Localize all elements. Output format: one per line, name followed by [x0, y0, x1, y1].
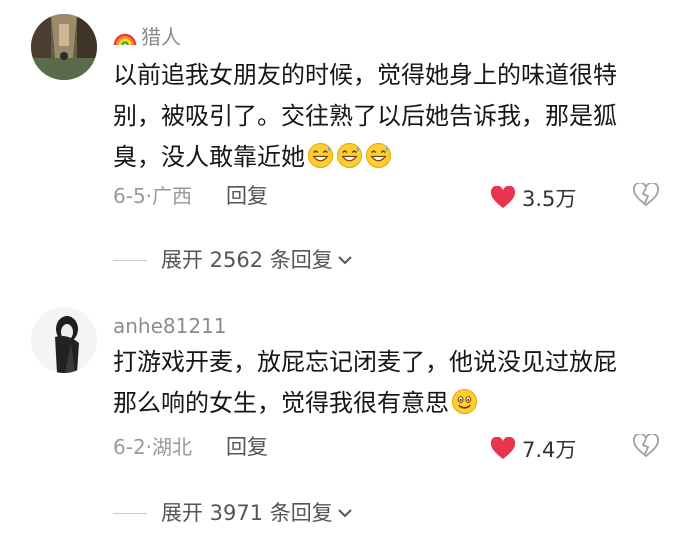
username[interactable]: 猎人 [113, 25, 181, 49]
reply-button[interactable]: 回复 [226, 183, 268, 209]
avatar[interactable] [31, 307, 97, 373]
expand-replies-button[interactable]: 展开 2562 条回复 [113, 247, 353, 273]
expand-replies-label: 展开 3971 条回复 [161, 501, 333, 525]
comment-text: 以前追我女朋友的时候，觉得她身上的味道很特别，被吸引了。交往熟了以后她告诉我，那… [113, 55, 633, 178]
reply-button[interactable]: 回复 [226, 434, 268, 460]
broken-heart-icon [633, 432, 659, 458]
dislike-button[interactable] [633, 432, 659, 462]
heart-icon [490, 186, 516, 208]
like-count: 3.5万 [522, 187, 577, 211]
expand-replies-label: 展开 2562 条回复 [161, 248, 333, 272]
like-count: 7.4万 [522, 438, 577, 462]
comment-meta: 6-2·湖北 回复 [113, 434, 268, 460]
heart-icon [490, 437, 516, 459]
comment-text-content: 打游戏开麦，放屁忘记闭麦了，他说没见过放屁那么响的女生，觉得我很有意思 [113, 348, 617, 417]
like-button[interactable]: 3.5万 [490, 183, 576, 213]
username-text: 猎人 [141, 25, 181, 49]
broken-heart-icon [633, 181, 659, 207]
date-location: 6-5·广西 [113, 184, 193, 208]
chevron-down-icon [338, 256, 352, 265]
divider-line [113, 512, 147, 514]
grinning-sweat-emoji [307, 142, 334, 169]
username-text: anhe81211 [113, 314, 227, 338]
divider-line [113, 259, 147, 261]
like-button[interactable]: 7.4万 [490, 434, 576, 464]
comment-meta: 6-5·广西 回复 [113, 183, 268, 209]
comment-text: 打游戏开麦，放屁忘记闭麦了，他说没见过放屁那么响的女生，觉得我很有意思 [113, 342, 633, 424]
avatar[interactable] [31, 14, 97, 80]
date-location: 6-2·湖北 [113, 435, 193, 459]
chevron-down-icon [338, 509, 352, 518]
expand-replies-button[interactable]: 展开 3971 条回复 [113, 500, 353, 526]
grinning-sweat-emoji [365, 142, 392, 169]
username[interactable]: anhe81211 [113, 314, 227, 338]
smiling-face-emoji [451, 388, 478, 415]
grinning-sweat-emoji [336, 142, 363, 169]
dislike-button[interactable] [633, 181, 659, 211]
rainbow-icon [113, 33, 137, 46]
